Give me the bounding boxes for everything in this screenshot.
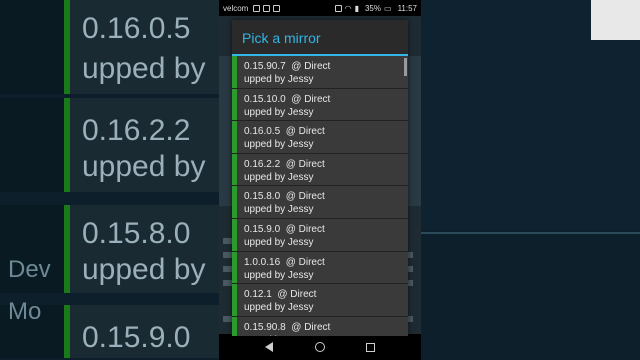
- notification-icon: [253, 4, 261, 12]
- mirror-version-number: 0.16.0.5: [244, 126, 281, 138]
- bg-fragment: Dev: [8, 256, 51, 283]
- bg-uploader-text: upped by: [82, 52, 206, 85]
- mirror-item[interactable]: 0.15.9.0 @ Direct upped by Jessy: [232, 218, 408, 252]
- bg-uploader-text: upped by: [82, 150, 206, 183]
- mirror-source: @ Direct: [291, 61, 331, 72]
- mirror-version-number: 0.16.2.2: [244, 158, 281, 170]
- mirror-item-accent: [232, 121, 237, 153]
- mirror-source: @ Direct: [285, 158, 325, 170]
- mirror-version: 0.15.8.0 @ Direct: [244, 190, 402, 203]
- mirror-source: @ Direct: [285, 191, 325, 203]
- background-right: vice: [421, 0, 640, 360]
- image-icon: [273, 4, 281, 12]
- mirror-list[interactable]: 0.15.90.7 @ Direct upped by Jessy 0.15.10.…: [232, 56, 408, 336]
- mirror-version-number: 0.12.1: [244, 289, 272, 301]
- mirror-uploader: upped by Jessy: [244, 302, 314, 314]
- home-icon: [314, 342, 325, 352]
- bg-version-text: 0.16.0.5: [82, 12, 191, 45]
- mirror-version: 0.16.0.5 @ Direct: [244, 125, 402, 138]
- mirror-uploader: upped by Jessy: [244, 106, 314, 118]
- mirror-item-accent: [232, 88, 237, 121]
- mirror-source: @ Direct: [277, 289, 317, 301]
- mirror-version: 0.15.90.8 @ Direct: [244, 321, 402, 334]
- mirror-uploader: upped by Jessy: [244, 204, 314, 216]
- mirror-version-number: 0.15.9.0: [244, 223, 281, 235]
- bg-uploader-text: upped by: [82, 253, 206, 286]
- mirror-source: @ Direct: [285, 126, 325, 138]
- bg-row: 0.16.0.5 upped by: [0, 0, 219, 96]
- back-button[interactable]: [259, 337, 279, 357]
- mirror-source: @ Direct: [291, 93, 331, 105]
- bg-row: 0.16.2.2 upped by: [0, 98, 219, 194]
- mirror-version-number: 0.15.10.0: [244, 93, 286, 105]
- mirror-version: 1.0.0.16 @ Direct: [244, 256, 402, 269]
- mirror-item[interactable]: 0.16.2.2 @ Direct upped by Jessy: [232, 153, 408, 187]
- mirror-uploader: upped by Jessy: [244, 171, 314, 183]
- home-button[interactable]: [310, 337, 330, 357]
- mirror-source: @ Direct: [285, 256, 325, 268]
- mirror-item[interactable]: 0.15.90.8 @ Directupped by Jessy: [232, 316, 408, 336]
- mirror-item[interactable]: 0.15.8.0 @ Direct upped by Jessy: [232, 186, 408, 219]
- mirror-uploader: upped by Jessy: [244, 334, 402, 336]
- clock: 11:57: [397, 3, 417, 13]
- mirror-version-number: 0.15.90.8: [244, 321, 286, 333]
- mirror-version: 0.15.90.7 @ Direct: [244, 60, 402, 73]
- wifi-icon: ◠: [344, 3, 352, 13]
- mirror-item-accent: [232, 251, 237, 284]
- mirror-source: @ Direct: [291, 321, 331, 333]
- battery-level: 35%: [364, 3, 381, 13]
- recents-button[interactable]: [361, 337, 381, 357]
- mirror-item[interactable]: 1.0.0.16 @ Direct upped by Jessy: [232, 251, 408, 285]
- recents-icon: [366, 342, 376, 352]
- mirror-uploader: upped by Jessy: [244, 74, 314, 85]
- carrier-label: velcom: [223, 3, 249, 13]
- mirror-item-accent: [232, 153, 237, 186]
- dialog-title: Pick a mirror: [242, 30, 321, 46]
- mirror-item-accent: [232, 316, 237, 336]
- mirror-uploader: upped by Jessy: [244, 236, 314, 248]
- battery-icon: ▭: [384, 3, 392, 13]
- mirror-uploader: upped by Jessy: [244, 139, 314, 151]
- cast-icon: [334, 4, 342, 12]
- mirror-item-accent: [232, 56, 237, 88]
- mirror-uploader: upped by Jessy: [244, 269, 314, 281]
- mirror-version: 0.12.1 @ Direct: [244, 288, 402, 301]
- mirror-item-accent: [232, 186, 237, 218]
- status-bar: velcom ◠ ▮ 35% ▭ 11:57: [219, 0, 421, 16]
- mirror-item-accent: [232, 284, 237, 316]
- signal-icon: ▮: [354, 3, 359, 13]
- mirror-item-accent: [232, 218, 237, 251]
- mirror-source: @ Direct: [285, 223, 325, 235]
- mirror-item[interactable]: 0.15.10.0 @ Direct upped by Jessy: [232, 88, 408, 122]
- scrollbar[interactable]: [404, 58, 407, 76]
- mirror-version: 0.16.2.2 @ Direct: [244, 158, 402, 171]
- background-left: 0.16.0.5 upped by 0.16.2.2 upped by 0.15…: [0, 0, 219, 360]
- navigation-bar: [219, 334, 421, 360]
- pick-mirror-dialog: Pick a mirror 0.15.90.7 @ Direct upped by…: [232, 20, 408, 336]
- mirror-item[interactable]: 0.12.1 @ Direct upped by Jessy: [232, 284, 408, 317]
- mirror-version-number: 0.15.8.0: [244, 191, 281, 203]
- mirror-version: 0.15.10.0 @ Direct: [244, 93, 402, 106]
- bg-fragment: Mo: [8, 298, 42, 325]
- video-icon: [263, 4, 271, 12]
- mirror-version-number: 0.15.90.7: [244, 61, 286, 72]
- mirror-version: 0.15.9.0 @ Direct: [244, 223, 402, 236]
- bg-version-text: 0.15.9.0: [82, 321, 191, 354]
- mirror-item[interactable]: 0.15.90.7 @ Direct upped by Jessy: [232, 56, 408, 89]
- mirror-item[interactable]: 0.16.0.5 @ Direct upped by Jessy: [232, 121, 408, 154]
- back-icon: [265, 342, 274, 352]
- mirror-version-number: 1.0.0.16: [244, 256, 281, 268]
